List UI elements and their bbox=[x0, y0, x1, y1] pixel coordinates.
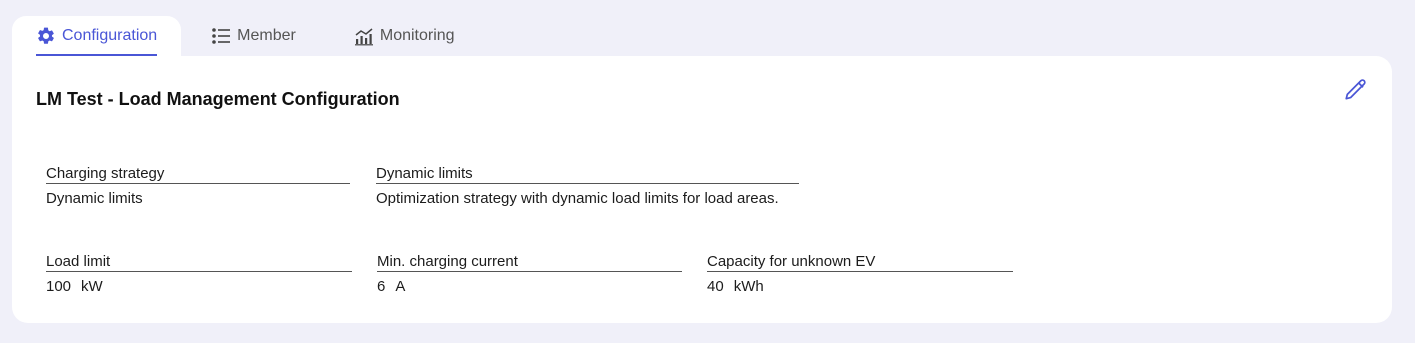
dynamic-limits-label: Dynamic limits bbox=[376, 163, 799, 184]
load-limit-field: Load limit 100 kW bbox=[46, 251, 352, 296]
edit-button[interactable] bbox=[1342, 78, 1370, 106]
configuration-card: LM Test - Load Management Configuration … bbox=[12, 56, 1392, 323]
min-charging-current-value: 6A bbox=[377, 278, 682, 296]
tab-label: Configuration bbox=[62, 27, 158, 44]
capacity-unknown-ev-number: 40 bbox=[707, 278, 724, 295]
load-limit-number: 100 bbox=[46, 278, 72, 295]
pencil-icon bbox=[1343, 77, 1369, 108]
min-charging-current-field: Min. charging current 6A bbox=[377, 251, 682, 296]
capacity-unknown-ev-label: Capacity for unknown EV bbox=[707, 251, 1013, 272]
gear-icon bbox=[36, 26, 56, 46]
dynamic-limits-value: Optimization strategy with dynamic load … bbox=[376, 190, 779, 207]
min-charging-current-unit: A bbox=[395, 278, 406, 295]
tab-monitoring[interactable]: Monitoring bbox=[354, 16, 455, 56]
dynamic-limits-field: Dynamic limits Optimization strategy wit… bbox=[376, 163, 799, 208]
capacity-unknown-ev-field: Capacity for unknown EV 40 kWh bbox=[707, 251, 1013, 296]
load-limit-label: Load limit bbox=[46, 251, 352, 272]
tab-label: Member bbox=[237, 27, 296, 44]
list-icon bbox=[211, 26, 231, 46]
charging-strategy-field: Charging strategy Dynamic limits bbox=[46, 163, 350, 208]
load-limit-unit: kW bbox=[81, 278, 103, 295]
tab-member[interactable]: Member bbox=[211, 16, 296, 56]
capacity-unknown-ev-value: 40 kWh bbox=[707, 278, 1013, 296]
charging-strategy-label: Charging strategy bbox=[46, 163, 350, 184]
min-charging-current-number: 6 bbox=[377, 278, 386, 295]
page-title: LM Test - Load Management Configuration bbox=[36, 89, 400, 109]
tab-label: Monitoring bbox=[379, 27, 455, 44]
tab-bar: Configuration Member Monitoring bbox=[12, 16, 455, 56]
load-limit-value: 100 kW bbox=[46, 278, 352, 296]
chart-icon bbox=[354, 26, 374, 46]
min-charging-current-label: Min. charging current bbox=[377, 251, 682, 272]
capacity-unknown-ev-unit: kWh bbox=[733, 278, 764, 295]
charging-strategy-value: Dynamic limits bbox=[46, 190, 143, 207]
tab-configuration[interactable]: Configuration bbox=[12, 16, 182, 56]
